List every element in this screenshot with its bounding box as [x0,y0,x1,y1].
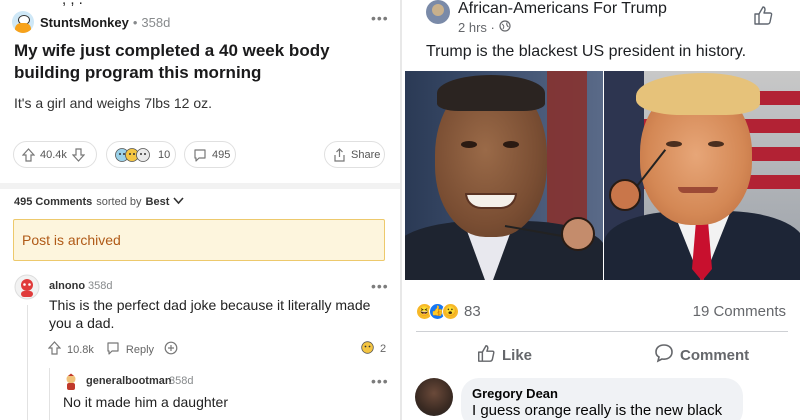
upvote-icon[interactable] [47,341,62,358]
page-avatar[interactable] [426,0,450,24]
post-body: It's a girl and weighs 7lbs 12 oz. [14,95,213,111]
globe-icon [499,20,511,35]
post-header: StuntsMonkey • 358d [12,10,170,34]
comment-age: 358d [88,280,113,292]
more-options-icon[interactable]: ••• [371,373,389,389]
share-button[interactable]: Share [324,141,385,168]
thumbs-up-icon [476,343,496,367]
chevron-down-icon[interactable] [173,196,184,208]
awards-icons [115,147,153,163]
thumbs-up-icon[interactable] [752,4,774,31]
share-icon [333,147,346,162]
award-count: 2 [380,343,387,355]
skin-tone-swatch [561,217,595,251]
comments-total: 495 Comments [14,196,93,208]
comment-text: No it made him a daughter [63,394,228,410]
comment-sort-bar[interactable]: 495 Comments sorted by Best [14,196,184,208]
upvote-icon[interactable] [22,147,35,162]
post-title: My wife just completed a 40 week body bu… [14,41,330,82]
like-label: Like [502,346,533,364]
facebook-post-panel: African-Americans For Trump 2 hrs · Trum… [400,0,800,420]
section-divider [0,183,400,189]
comment-text: I guess orange really is the new black [472,402,723,419]
vote-control: 40.4k [13,141,97,168]
commenter-avatar[interactable] [14,274,40,300]
more-options-icon[interactable]: ••• [371,10,389,26]
comment-age: 358d [169,375,194,387]
comment-bubble-icon [193,148,207,162]
skin-tone-swatch [609,179,641,211]
comment-icon [654,343,674,367]
user-avatar[interactable] [12,11,34,33]
comparison-photo[interactable] [405,71,800,280]
reply-icon[interactable] [106,341,120,358]
reaction-count: 83 [464,303,481,320]
photo-right-portrait [604,71,800,280]
add-award-icon[interactable] [164,341,178,358]
divider [416,331,788,332]
comments-count: 495 [212,148,231,161]
reply-button[interactable]: Reply [126,344,154,356]
downvote-icon[interactable] [71,147,85,162]
commenter-avatar[interactable] [62,373,80,391]
award-icon [361,341,374,357]
vote-score: 40.4k [40,148,67,161]
comment-award[interactable]: 2 [361,341,386,357]
post-time: 2 hrs · [458,20,511,35]
like-button[interactable]: Like [476,343,532,367]
separator-dot: • [132,14,138,30]
reply-thread-line[interactable] [49,368,50,420]
post-age: 358d [141,14,171,30]
comment-username[interactable]: alnono [49,280,85,292]
comment-username[interactable]: generalbootman [86,375,172,387]
comments-button[interactable]: 495 [184,141,236,168]
comment-text: This is the perfect dad joke because it … [49,297,371,331]
page-name[interactable]: African-Americans For Trump [458,0,667,18]
awards-button[interactable]: 10 [106,141,176,168]
commenter-name[interactable]: Gregory Dean [472,386,558,401]
comment-actions: 10.8k Reply [47,341,178,358]
comment-score: 10.8k [67,343,94,356]
sort-value[interactable]: Best [146,196,170,208]
comment-button[interactable]: Comment [654,343,749,367]
comment-label: Comment [680,346,750,364]
awards-count: 10 [158,148,171,161]
more-options-icon[interactable]: ••• [371,278,389,294]
cropped-header-text: , , . [62,0,83,8]
reddit-post-panel: , , . StuntsMonkey • 358d ••• My wife ju… [0,0,400,420]
post-text: Trump is the blackest US president in hi… [426,43,747,60]
wow-reaction-icon: 😮 [442,303,459,320]
share-label: Share [351,148,381,161]
comments-count-link[interactable]: 19 Comments [693,303,786,320]
commenter-avatar[interactable] [415,378,453,416]
post-time-text: 2 hrs · [458,20,495,35]
archived-notice: Post is archived [13,219,385,261]
thread-line[interactable] [27,305,28,420]
reactions-summary[interactable]: 😆 👍 😮 83 [416,303,481,320]
post-username[interactable]: StuntsMonkey [40,15,129,30]
sorted-by-label: sorted by [96,196,142,208]
